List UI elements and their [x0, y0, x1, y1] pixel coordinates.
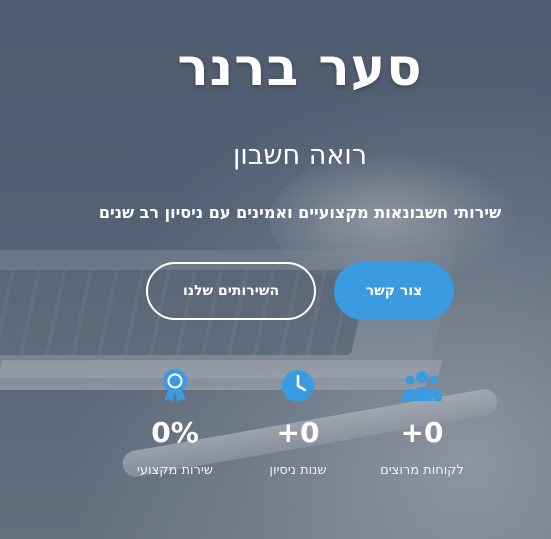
stat-value: +0 [276, 416, 320, 449]
stat-value: +0 [400, 416, 444, 449]
stat-satisfied-clients: +0 לקוחות מרוצים [357, 368, 487, 478]
hero-content: סער ברנר רואה חשבון שירותי חשבונאות מקצו… [0, 0, 551, 539]
contact-button[interactable]: צור קשר [334, 262, 454, 320]
stat-label: שנות ניסיון [269, 463, 327, 478]
clock-icon [233, 368, 363, 404]
users-icon [357, 368, 487, 404]
stat-label: לקוחות מרוצים [380, 463, 464, 478]
hero-tagline: שירותי חשבונאות מקצועיים ואמינים עם ניסי… [98, 203, 502, 222]
stat-years-experience: +0 שנות ניסיון [233, 368, 363, 478]
stat-professional-service: 0% שירות מקצועי [110, 368, 240, 478]
stat-label: שירות מקצועי [136, 463, 214, 478]
award-icon [110, 368, 240, 404]
hero-title: סער ברנר [177, 38, 423, 98]
hero-subtitle: רואה חשבון [233, 140, 367, 171]
services-button[interactable]: השירותים שלנו [146, 262, 316, 320]
stat-value: 0% [151, 416, 199, 449]
